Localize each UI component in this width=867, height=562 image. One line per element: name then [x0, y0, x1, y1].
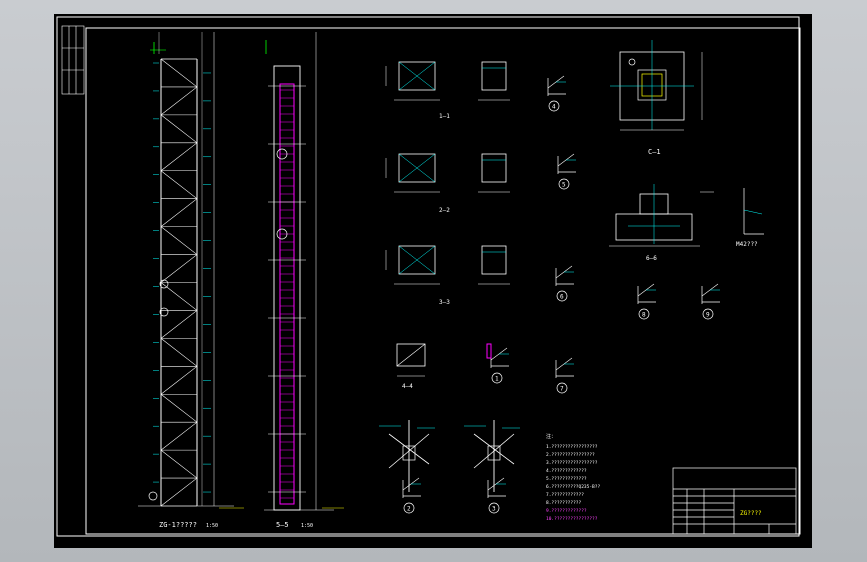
truss-diagonal	[160, 170, 198, 199]
detail-number: 8	[642, 312, 646, 319]
section-callout	[148, 491, 158, 501]
detail-number: 5	[562, 182, 566, 189]
steel-label: M42???	[736, 241, 758, 248]
note-line: 2.????????????????	[546, 452, 595, 458]
detail-number: 6	[560, 294, 564, 301]
elevation-scale: 1:50	[206, 523, 218, 529]
note-line: 1.?????????????????	[546, 444, 598, 450]
titleblock-text: ZG????	[740, 510, 762, 517]
section-callout	[628, 58, 636, 66]
truss-diagonal	[160, 338, 198, 367]
side-section-label: 5—5	[276, 521, 289, 529]
section-box	[481, 245, 507, 275]
cad-viewport[interactable]: ZG-1????? 1:50 5—5 1:50 1—1 2—2 3—3 4—4 …	[0, 0, 867, 562]
ladder-side-section	[264, 32, 344, 511]
note-line: 10.????????????????	[546, 516, 598, 522]
note-line: 7.????????????	[546, 492, 584, 498]
truss-diagonal	[160, 86, 198, 116]
section-brace	[396, 343, 426, 367]
plan-6-label: 6—6	[646, 255, 657, 262]
truss-diagonal	[160, 226, 198, 255]
section-1-label: 1—1	[439, 113, 450, 120]
shaft-outline	[273, 65, 301, 511]
note-line: 3.?????????????????	[546, 460, 598, 466]
ladder-rails	[279, 83, 295, 505]
detail-number: 9	[706, 312, 710, 319]
detail-number: 1	[495, 376, 499, 383]
note-line: 9.?????????????	[546, 508, 587, 514]
truss-diagonal	[160, 198, 198, 227]
cad-drawing: ZG-1????? 1:50 5—5 1:50 1—1 2—2 3—3 4—4 …	[56, 16, 801, 537]
section-2-label: 2—2	[439, 207, 450, 214]
general-notes: 注： 1.????????????????? 2.???????????????…	[546, 433, 600, 522]
truss-diagonal	[160, 282, 198, 311]
cross-sections	[385, 61, 510, 377]
detail-number: 7	[560, 386, 564, 393]
elevation-title: ZG-1?????	[159, 521, 197, 529]
truss-diagonal	[160, 477, 198, 507]
note-line: 4.?????????????	[546, 468, 587, 474]
binding-strip	[61, 25, 85, 95]
detail-number: 3	[492, 506, 496, 513]
plan-c-label: C—1	[648, 148, 661, 156]
title-block	[672, 467, 797, 535]
detail-plate	[486, 343, 492, 359]
truss-diagonal	[160, 142, 198, 171]
truss-diagonal	[160, 449, 198, 479]
detail-number: 4	[552, 104, 556, 111]
section-box	[481, 153, 507, 183]
base-plan-views	[609, 40, 764, 247]
side-section-scale: 1:50	[301, 523, 313, 529]
note-line: 5.?????????????	[546, 476, 587, 482]
section-4-label: 4—4	[402, 383, 413, 390]
note-line: 8.???????????	[546, 500, 582, 506]
inner-frame	[85, 27, 801, 535]
truss-diagonal	[160, 114, 198, 144]
truss-elevation	[138, 32, 244, 509]
note-line: 6.??????????Q235-B??	[546, 484, 600, 490]
note-header: 注：	[546, 433, 556, 440]
angle-detail	[743, 209, 763, 215]
truss-diagonal	[160, 394, 198, 423]
truss-diagonal	[160, 310, 198, 339]
detail-number: 2	[407, 506, 411, 513]
truss-diagonal	[160, 58, 198, 88]
truss-diagonal	[160, 421, 198, 451]
section-box	[481, 61, 507, 91]
section-3-label: 3—3	[439, 299, 450, 306]
truss-diagonal	[160, 366, 198, 395]
drawing-sheet[interactable]: ZG-1????? 1:50 5—5 1:50 1—1 2—2 3—3 4—4 …	[54, 14, 812, 548]
truss-diagonal	[160, 254, 198, 283]
